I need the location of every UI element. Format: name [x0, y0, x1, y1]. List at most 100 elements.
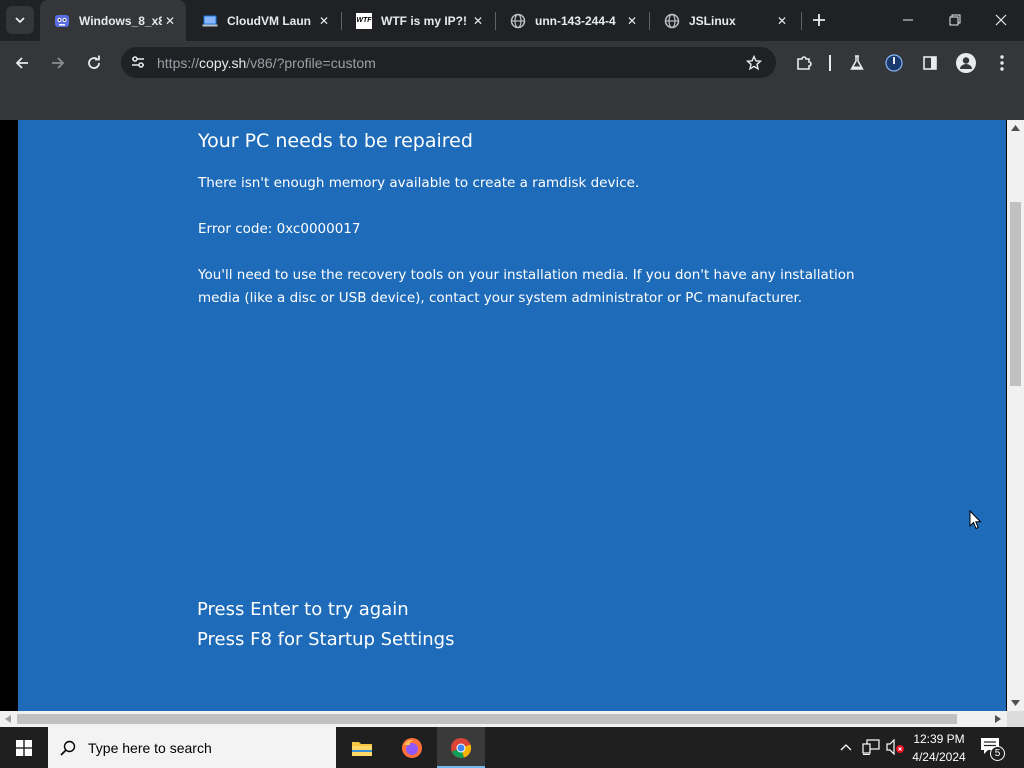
- toolbar-divider: [829, 55, 831, 71]
- scrollbar-corner: [1007, 711, 1024, 727]
- url-path: /v86/?profile=custom: [246, 55, 376, 71]
- tab-cloudvm[interactable]: CloudVM Laun ✕: [188, 0, 340, 41]
- profile-button[interactable]: [952, 49, 980, 77]
- search-icon: [60, 740, 76, 756]
- close-icon: [995, 14, 1007, 26]
- kebab-menu-icon: [1000, 55, 1004, 71]
- globe-icon: [664, 13, 680, 29]
- plus-icon: [813, 14, 825, 26]
- reload-button[interactable]: [80, 49, 108, 77]
- tab-separator: [801, 12, 802, 30]
- bsod-message: There isn't enough memory available to c…: [198, 175, 640, 191]
- bsod-option-enter: Press Enter to try again: [197, 599, 409, 620]
- close-tab-icon[interactable]: ✕: [774, 13, 790, 29]
- restore-button[interactable]: [941, 6, 969, 34]
- network-tray-icon[interactable]: [862, 739, 880, 755]
- extension-circle-icon: [885, 54, 903, 72]
- notification-center-button[interactable]: 5: [980, 737, 1008, 761]
- chrome-icon: [451, 737, 472, 758]
- forward-button[interactable]: [44, 49, 72, 77]
- taskbar-search-box[interactable]: Type here to search: [48, 727, 336, 768]
- wtf-icon: WTF: [356, 12, 372, 29]
- scroll-down-icon[interactable]: [1011, 700, 1020, 706]
- windows-logo-icon: [16, 739, 32, 756]
- side-panel-icon: [923, 56, 937, 70]
- clock[interactable]: 12:39 PM 4/24/2024: [906, 730, 972, 766]
- restore-icon: [949, 14, 961, 26]
- tab-title: WTF is my IP?!: [381, 13, 468, 28]
- minimize-button[interactable]: [894, 6, 922, 34]
- globe-icon: [510, 13, 526, 29]
- reload-icon: [88, 55, 100, 69]
- side-panel-button[interactable]: [916, 49, 944, 77]
- url-text[interactable]: https://copy.sh/v86/?profile=custom: [157, 55, 376, 71]
- tab-unn[interactable]: unn-143-244-4 ✕: [496, 0, 648, 41]
- show-hidden-icons-button[interactable]: [838, 739, 854, 755]
- mouse-cursor-icon: [969, 510, 982, 530]
- v86-icon: [54, 13, 70, 29]
- network-icon: [862, 739, 880, 755]
- url-scheme: https://: [157, 55, 200, 71]
- bookmark-bar: [0, 84, 1024, 120]
- url-host: copy.sh: [199, 55, 247, 71]
- horizontal-scrollbar[interactable]: [0, 711, 1007, 727]
- taskbar: Type here to search 12:39 PM 4/24/2024 5: [0, 727, 1024, 768]
- taskbar-chrome[interactable]: [437, 727, 485, 768]
- tune-icon: [132, 56, 144, 68]
- tab-jslinux[interactable]: JSLinux ✕: [650, 0, 798, 41]
- avatar-icon: [956, 53, 976, 73]
- bsod-option-f8: Press F8 for Startup Settings: [197, 629, 455, 650]
- arrow-left-icon: [15, 57, 28, 69]
- chevron-up-icon: [840, 744, 852, 751]
- tab-title: JSLinux: [689, 13, 736, 28]
- site-info-button[interactable]: [123, 48, 153, 76]
- bsod-error-code: Error code: 0xc0000017: [198, 221, 361, 237]
- star-icon: [746, 55, 762, 71]
- close-tab-icon[interactable]: ✕: [470, 13, 486, 29]
- minimize-icon: [903, 19, 913, 21]
- volume-tray-icon[interactable]: [886, 738, 906, 756]
- taskbar-firefox[interactable]: [388, 727, 436, 768]
- tab-title: Windows_8_x8: [79, 13, 162, 28]
- bsod-paragraph-line2: media (like a disc or USB device), conta…: [198, 290, 803, 306]
- tab-strip: Windows_8_x8 ✕ CloudVM Laun ✕ WTF WTF is…: [0, 0, 1024, 41]
- horizontal-scroll-thumb[interactable]: [17, 714, 957, 724]
- close-tab-icon[interactable]: ✕: [624, 13, 640, 29]
- clock-time: 12:39 PM: [913, 732, 965, 746]
- tab-windows8[interactable]: Windows_8_x8 ✕: [40, 0, 186, 41]
- folder-icon: [352, 741, 372, 756]
- address-bar[interactable]: https://copy.sh/v86/?profile=custom: [121, 47, 776, 78]
- vertical-scrollbar[interactable]: [1007, 120, 1024, 711]
- bookmark-button[interactable]: [740, 49, 768, 77]
- flask-icon: [850, 55, 864, 70]
- menu-button[interactable]: [988, 49, 1016, 77]
- arrow-right-icon: [52, 57, 65, 69]
- tab-search-button[interactable]: [6, 6, 34, 34]
- close-tab-icon[interactable]: ✕: [316, 13, 332, 29]
- bsod-heading: Your PC needs to be repaired: [198, 130, 473, 152]
- puzzle-icon: [797, 56, 812, 70]
- search-placeholder: Type here to search: [88, 739, 212, 756]
- new-tab-button[interactable]: [805, 6, 833, 34]
- scroll-right-icon[interactable]: [995, 715, 1001, 723]
- firefox-icon: [402, 737, 422, 758]
- scroll-left-icon[interactable]: [5, 715, 11, 723]
- browser-toolbar: https://copy.sh/v86/?profile=custom: [0, 41, 1024, 84]
- labs-button[interactable]: [843, 49, 871, 77]
- tab-title: CloudVM Laun: [227, 13, 311, 28]
- tab-title: unn-143-244-4: [535, 13, 616, 28]
- emulator-screen[interactable]: Your PC needs to be repaired There isn't…: [18, 120, 1006, 711]
- close-tab-icon[interactable]: ✕: [162, 13, 178, 29]
- scroll-up-icon[interactable]: [1011, 125, 1020, 131]
- tab-wtf-ip[interactable]: WTF WTF is my IP?! ✕: [342, 0, 494, 41]
- chevron-down-icon: [15, 17, 25, 24]
- start-button[interactable]: [0, 727, 48, 768]
- extensions-button[interactable]: [790, 49, 818, 77]
- close-window-button[interactable]: [987, 6, 1015, 34]
- taskbar-file-explorer[interactable]: [338, 727, 386, 768]
- back-button[interactable]: [8, 49, 36, 77]
- vertical-scroll-thumb[interactable]: [1010, 202, 1021, 386]
- laptop-icon: [202, 13, 218, 29]
- volume-muted-icon: [886, 738, 904, 756]
- extension-button[interactable]: [880, 49, 908, 77]
